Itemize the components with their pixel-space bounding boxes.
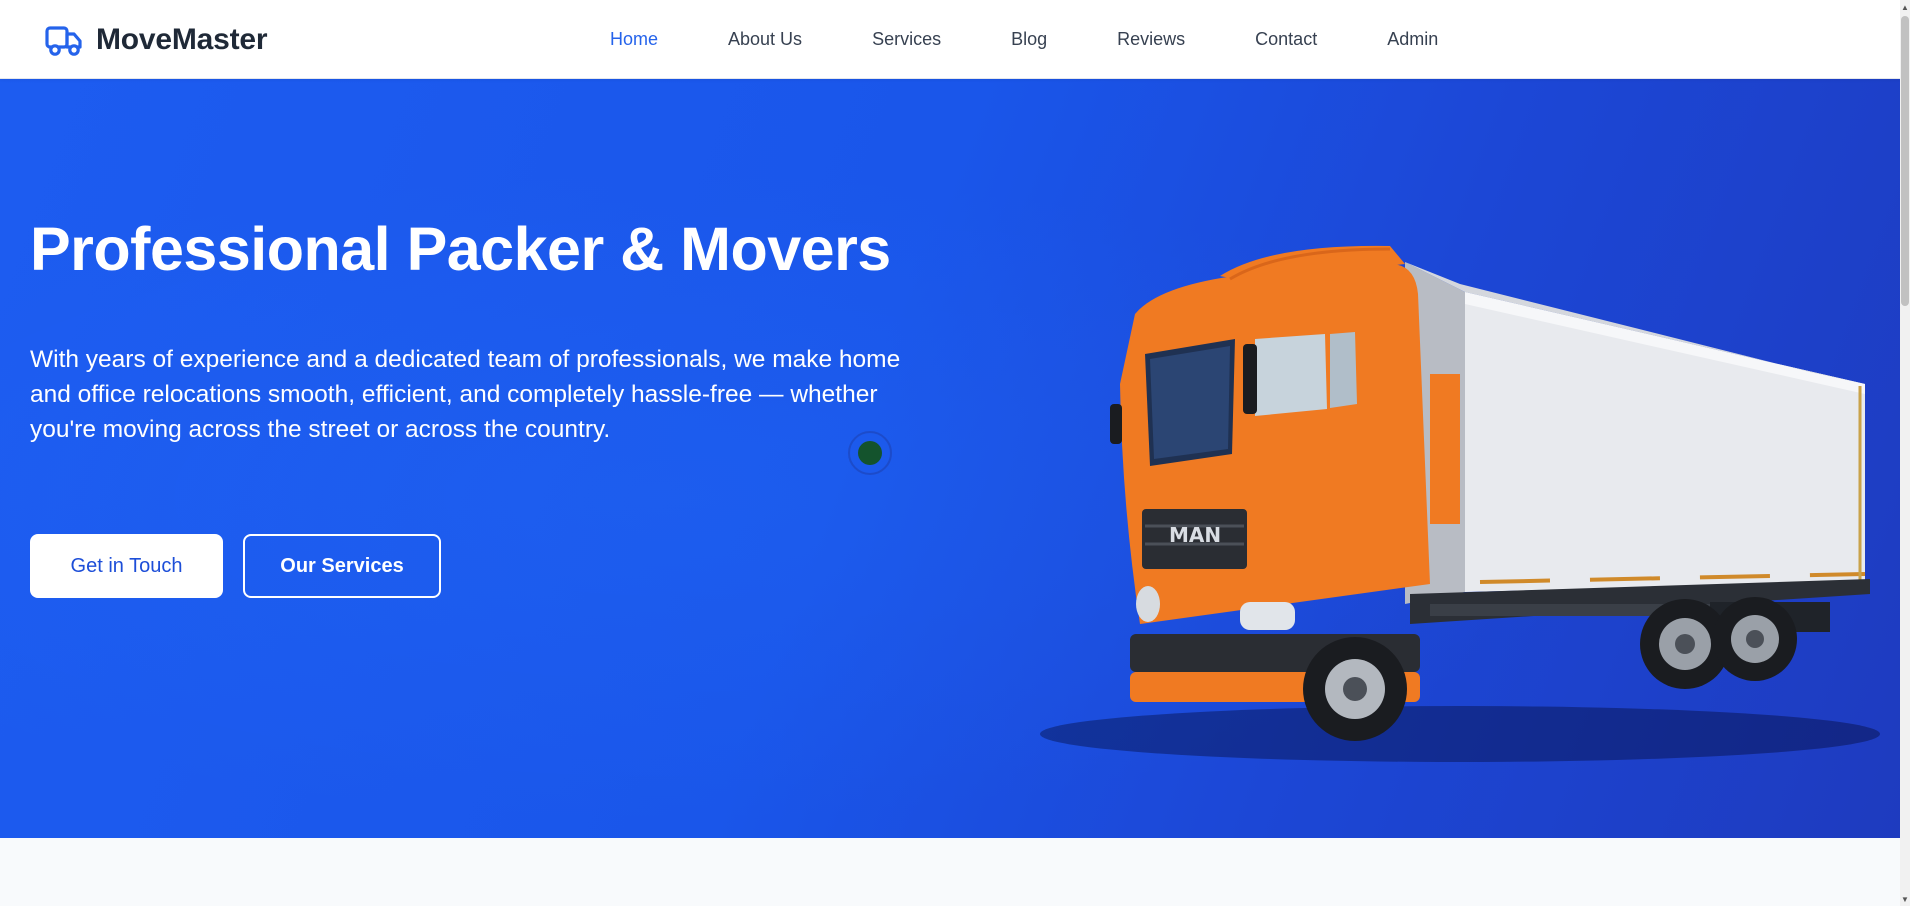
brand-name: MoveMaster [96, 23, 268, 56]
brand-logo[interactable]: MoveMaster [44, 18, 268, 62]
hero-section: Professional Packer & Movers With years … [0, 79, 1900, 838]
navbar: MoveMaster Home About Us Services Blog R… [0, 0, 1900, 79]
truck-badge: MAN [1169, 523, 1221, 547]
nav-services[interactable]: Services [872, 29, 941, 50]
nav-admin[interactable]: Admin [1387, 29, 1438, 50]
cursor-indicator [848, 431, 892, 475]
truck-illustration: MAN [1040, 245, 1880, 762]
hero-description: With years of experience and a dedicated… [30, 346, 901, 443]
next-section [0, 838, 1900, 906]
get-in-touch-button[interactable]: Get in Touch [30, 534, 223, 598]
scroll-down-icon[interactable]: ▼ [1900, 892, 1910, 906]
cursor-dot [858, 441, 882, 465]
truck-icon [45, 26, 82, 56]
nav-blog[interactable]: Blog [1011, 29, 1047, 50]
scroll-up-icon[interactable]: ▲ [1900, 0, 1910, 14]
hero-title: Professional Packer & Movers [30, 215, 891, 283]
truck-image: MAN [1010, 204, 1890, 794]
page: MoveMaster Home About Us Services Blog R… [0, 0, 1910, 906]
nav-contact[interactable]: Contact [1255, 29, 1317, 50]
page-scrollbar[interactable]: ▲ ▼ [1900, 0, 1910, 906]
nav-about-us[interactable]: About Us [728, 29, 802, 50]
scrollbar-thumb[interactable] [1901, 16, 1909, 306]
main-nav: Home About Us Services Blog Reviews Cont… [610, 0, 1438, 79]
nav-reviews[interactable]: Reviews [1117, 29, 1185, 50]
nav-home[interactable]: Home [610, 29, 658, 50]
our-services-button[interactable]: Our Services [243, 534, 441, 598]
